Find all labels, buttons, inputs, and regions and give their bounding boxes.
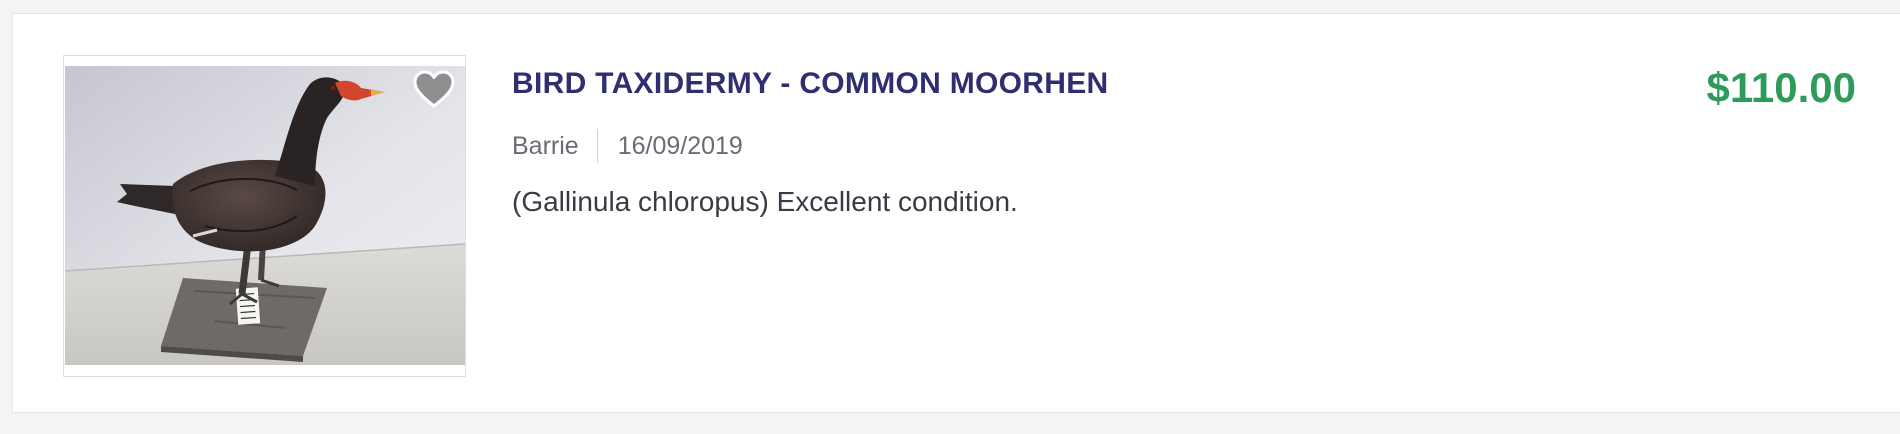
listing-description: (Gallinula chloropus) Excellent conditio…	[512, 186, 1018, 217]
listing-price: $110.00	[1706, 64, 1856, 111]
listing-meta: Barrie 16/09/2019	[512, 129, 743, 163]
meta-divider	[596, 129, 598, 163]
listing-title[interactable]: BIRD TAXIDERMY - COMMON MOORHEN	[512, 67, 1109, 101]
listing-thumbnail[interactable]	[63, 55, 466, 377]
listing-card[interactable]: BIRD TAXIDERMY - COMMON MOORHEN Barrie 1…	[12, 13, 1900, 413]
listing-image[interactable]	[65, 66, 465, 365]
heart-icon[interactable]	[413, 70, 455, 110]
listing-date: 16/09/2019	[617, 131, 743, 160]
page: BIRD TAXIDERMY - COMMON MOORHEN Barrie 1…	[0, 0, 1900, 434]
listing-location: Barrie	[512, 131, 579, 160]
